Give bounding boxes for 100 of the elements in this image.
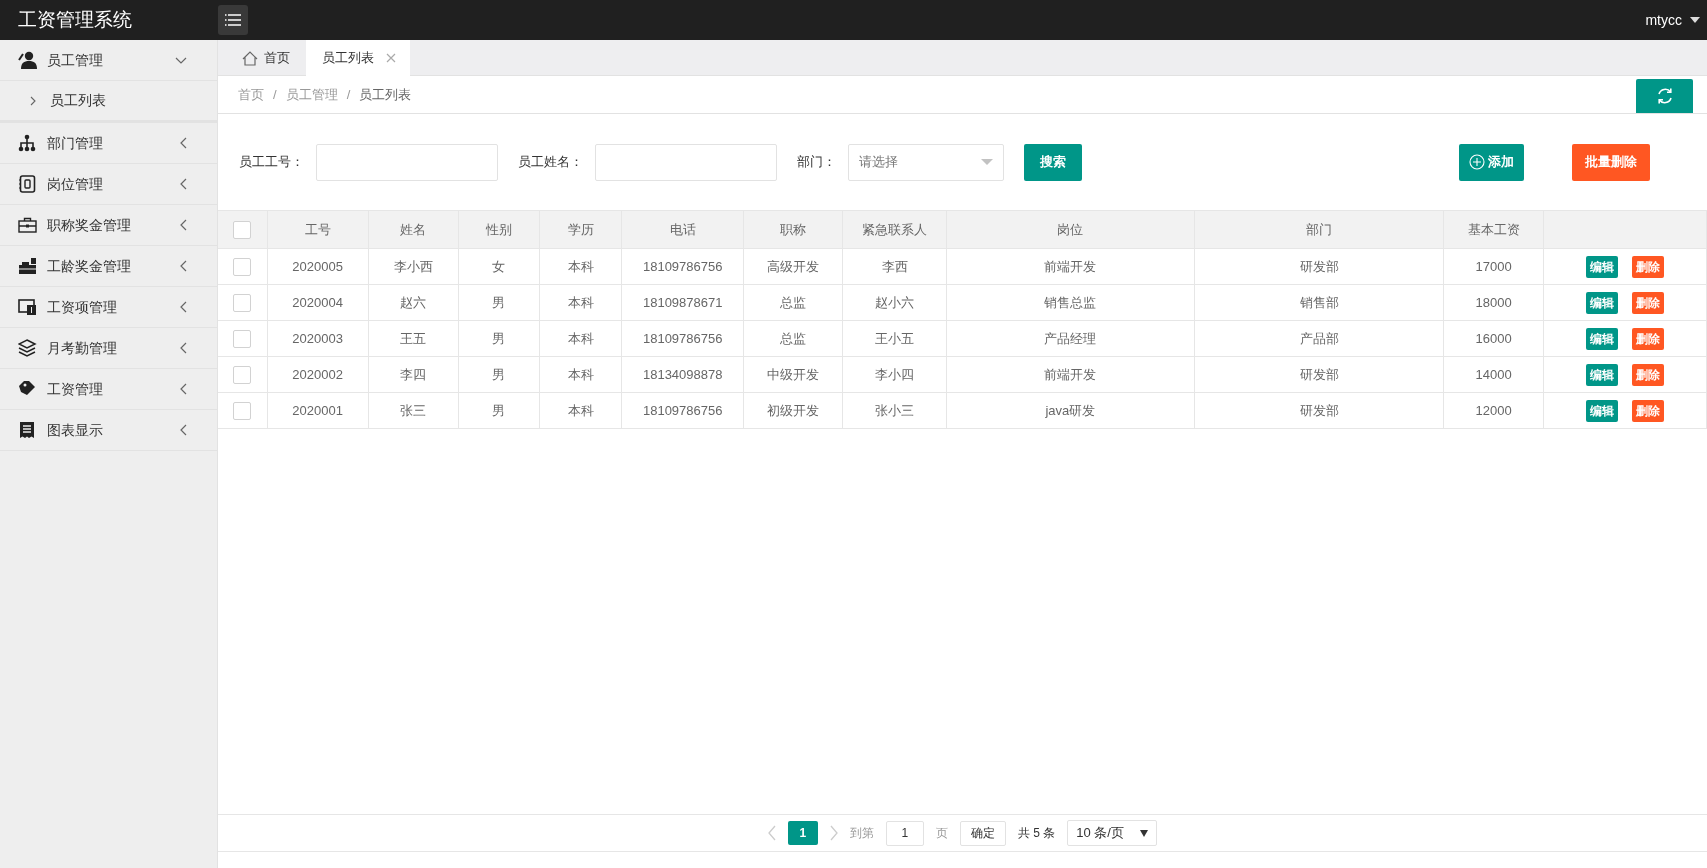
sidebar-subitem[interactable]: 员工列表 (0, 81, 217, 123)
table-cell: 李四 (368, 356, 459, 393)
delete-button[interactable]: 删除 (1631, 255, 1664, 278)
table-cell: 销售总监 (946, 284, 1195, 321)
table-cell: 2020001 (267, 392, 369, 429)
delete-button[interactable]: 删除 (1631, 399, 1664, 422)
edit-button[interactable]: 编辑 (1585, 255, 1618, 278)
column-header: 姓名 (368, 210, 459, 249)
breadcrumb-separator: / (273, 85, 277, 104)
table-cell: 赵六 (368, 284, 459, 321)
dropdown-field[interactable]: 请选择 (848, 143, 1004, 181)
confirm-button[interactable]: 确定 (959, 820, 1006, 846)
app-title: 工资管理系统 (17, 7, 133, 32)
table-cell: 张三 (368, 392, 459, 429)
column-header: 职称 (743, 210, 843, 249)
table-cell: 赵小六 (843, 284, 947, 321)
table-cell: 2020002 (267, 356, 369, 393)
tab[interactable]: 首页 (218, 40, 306, 76)
edit-button[interactable]: 编辑 (1585, 327, 1618, 350)
column-header: 紧急联系人 (843, 210, 947, 249)
checkbox[interactable] (233, 294, 252, 313)
table-cell: 本科 (539, 356, 622, 393)
edit-button[interactable]: 编辑 (1585, 291, 1618, 314)
table-cell: 2020005 (267, 248, 369, 285)
filter-label: 员工姓名： (518, 153, 583, 172)
table-cell: 本科 (539, 320, 622, 357)
page-unit-label: 页 (935, 825, 948, 842)
table-cell: 18109786756 (621, 392, 744, 429)
column-header: 电话 (621, 210, 744, 249)
sidebar-item[interactable]: 工资项管理 (0, 287, 217, 328)
sidebar-item[interactable]: 岗位管理 (0, 164, 217, 205)
add-button[interactable]: 添加 (1458, 143, 1524, 181)
search-button[interactable]: 搜索 (1024, 143, 1082, 181)
table-cell: 18109786756 (621, 248, 744, 285)
table-cell: 18109878671 (621, 284, 744, 321)
refresh-icon (1655, 87, 1674, 105)
table-cell: 18134098878 (621, 356, 744, 393)
table-cell: java研发 (946, 392, 1195, 429)
table-cell: 李小四 (843, 356, 947, 393)
edit-button[interactable]: 编辑 (1585, 363, 1618, 386)
table-cell: 研发部 (1194, 356, 1444, 393)
delete-button[interactable]: 删除 (1631, 327, 1664, 350)
breadcrumb-separator: / (346, 85, 351, 104)
refresh-button[interactable] (1636, 79, 1693, 113)
delete-button[interactable]: 删除 (1631, 363, 1664, 386)
table-cell: 前端开发 (946, 248, 1195, 285)
edit-button[interactable]: 编辑 (1585, 399, 1618, 422)
caret-icon (1140, 829, 1149, 837)
hierarchy-icon (18, 134, 37, 152)
checkbox[interactable] (233, 402, 252, 421)
chevron-right-icon (30, 95, 36, 106)
layers-icon (18, 339, 37, 357)
page-button[interactable]: 1 (787, 821, 818, 845)
table-cell: 李小西 (368, 248, 459, 285)
column-header: 岗位 (946, 210, 1195, 249)
table-cell: 王五 (368, 320, 459, 357)
table-cell: 张小三 (843, 392, 947, 429)
table-cell: 产品经理 (946, 320, 1195, 357)
checkbox[interactable] (233, 221, 252, 240)
input-field[interactable] (595, 143, 777, 181)
table-cell: 前端开发 (946, 356, 1195, 393)
sidebar-item[interactable]: 职称奖金管理 (0, 205, 217, 246)
menu-button[interactable] (218, 5, 248, 35)
table-cell: 本科 (539, 284, 622, 321)
next-page-icon (829, 825, 838, 841)
checkbox[interactable] (233, 330, 252, 349)
sidebar-item[interactable]: 工资管理 (0, 369, 217, 410)
input-field[interactable] (316, 143, 498, 181)
table-cell: 男 (458, 392, 540, 429)
table-cell: 17000 (1443, 248, 1544, 285)
badge-icon (18, 175, 37, 193)
table-cell: 16000 (1443, 320, 1544, 357)
caret-icon[interactable] (1690, 17, 1700, 23)
table-cell: 产品部 (1194, 320, 1444, 357)
sidebar-item[interactable]: 月考勤管理 (0, 328, 217, 369)
table-cell: 总监 (743, 284, 843, 321)
checkbox[interactable] (233, 366, 252, 385)
sidebar-item[interactable]: 图表显示 (0, 410, 217, 451)
table-cell: 李西 (843, 248, 947, 285)
breadcrumb-link[interactable]: 员工管理 (285, 84, 338, 105)
table-cell: 2020004 (267, 284, 369, 321)
sidebar-item[interactable]: 员工管理 (0, 40, 217, 81)
batch-delete-button[interactable]: 批量删除 (1572, 143, 1650, 181)
sidebar-item[interactable]: 工龄奖金管理 (0, 246, 217, 287)
table-cell: 中级开发 (743, 356, 843, 393)
table-cell: 本科 (539, 392, 622, 429)
checkbox[interactable] (233, 258, 252, 277)
filter-label: 员工工号： (239, 153, 304, 172)
delete-button[interactable]: 删除 (1631, 291, 1664, 314)
plus-circle-icon (1468, 154, 1485, 170)
column-header: 部门 (1194, 210, 1444, 249)
page-size-dropdown[interactable]: 10 条/页 (1067, 820, 1158, 846)
table-cell: 男 (458, 284, 540, 321)
table-cell: 王小五 (843, 320, 947, 357)
sidebar-item[interactable]: 部门管理 (0, 123, 217, 164)
breadcrumb-link[interactable]: 首页 (238, 84, 264, 105)
page-input[interactable]: 1 (885, 820, 924, 846)
table-cell: 销售部 (1194, 284, 1444, 321)
user-name[interactable]: mtycc (1645, 9, 1682, 31)
tab[interactable]: 员工列表 (306, 40, 410, 76)
